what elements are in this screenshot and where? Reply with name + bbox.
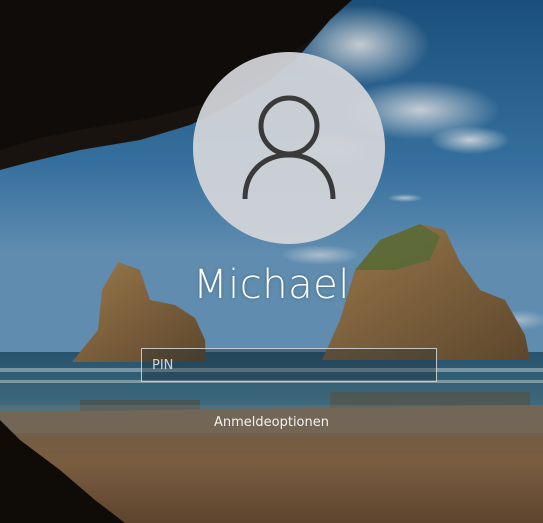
pin-input[interactable] xyxy=(142,349,436,381)
sign-in-options-link[interactable]: Anmeldeoptionen xyxy=(0,415,543,430)
user-icon xyxy=(242,95,336,200)
pin-field-container[interactable] xyxy=(141,348,437,382)
user-avatar xyxy=(193,52,385,244)
user-name: Michael xyxy=(193,262,350,308)
lock-screen: Michael Anmeldeoptionen xyxy=(0,0,543,523)
